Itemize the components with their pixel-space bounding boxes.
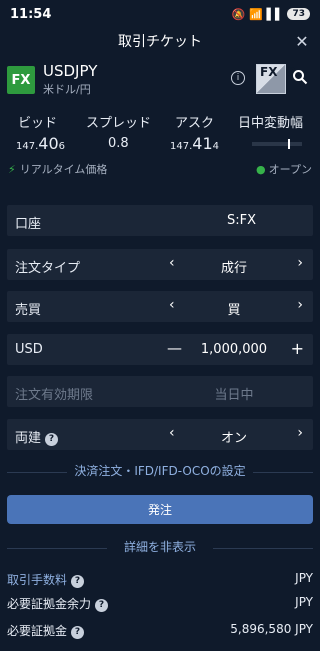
battery-icon: 73 xyxy=(287,8,310,20)
settlement-order-link[interactable]: 決済注文・IFD/IFD-OCOの設定 xyxy=(7,462,313,482)
range-label: 日中変動幅 xyxy=(238,116,304,131)
fx-option-icon[interactable]: FX O xyxy=(256,64,296,94)
realtime-label: リアルタイム価格 xyxy=(19,163,108,176)
help-icon[interactable]: ? xyxy=(95,598,109,612)
bid-big: 40 xyxy=(38,134,59,153)
realtime-row: ⚡ リアルタイム価格 ● オープン xyxy=(0,158,320,178)
title-bar: 取引チケット ✕ xyxy=(0,28,320,54)
info-icon[interactable]: i xyxy=(231,71,245,85)
plus-icon[interactable]: + xyxy=(291,339,304,358)
detail-label-group[interactable]: 取引手数料? xyxy=(7,571,85,588)
market-status-label: オープン xyxy=(268,163,312,176)
expiry-label: 注文有効期限 xyxy=(15,388,94,403)
chevron-right-icon[interactable]: › xyxy=(297,425,303,441)
bid-label: ビッド xyxy=(18,116,58,131)
side-row: 売買 ‹ 買 › xyxy=(7,291,313,322)
page-title: 取引チケット xyxy=(118,34,202,50)
quantity-row: USD — 1,000,000 + xyxy=(7,334,313,365)
hedge-label-group: 両建? xyxy=(15,427,59,446)
symbol-name: USDJPY xyxy=(43,62,98,80)
fx-badge-icon: FX xyxy=(7,66,35,94)
chevron-left-icon[interactable]: ‹ xyxy=(169,425,175,441)
chevron-right-icon[interactable]: › xyxy=(297,255,303,271)
ask-big: 41 xyxy=(192,134,213,153)
detail-row-commission: 取引手数料? JPY xyxy=(7,568,313,590)
spread-label: スプレッド xyxy=(86,116,152,131)
side-value[interactable]: 買 xyxy=(185,299,283,318)
quote-values: 147.406 0.8 147.414 xyxy=(0,132,320,156)
help-icon[interactable]: ? xyxy=(45,432,59,446)
bid-price[interactable]: 147.406 xyxy=(16,134,65,153)
help-icon[interactable]: ? xyxy=(71,625,85,639)
order-type-value[interactable]: 成行 xyxy=(185,257,283,276)
ask-price[interactable]: 147.414 xyxy=(170,134,219,153)
quote-labels: ビッド スプレッド アスク 日中変動幅 xyxy=(0,112,320,132)
detail-label-group: 必要証拠金余力? xyxy=(7,595,109,612)
detail-row-margin-required: 必要証拠金? 5,896,580 JPY xyxy=(7,619,313,641)
help-icon[interactable]: ? xyxy=(71,574,85,588)
chevron-right-icon[interactable]: › xyxy=(297,297,303,313)
close-icon: ✕ xyxy=(295,31,309,51)
detail-label: 必要証拠金余力 xyxy=(7,597,92,611)
chevron-left-icon[interactable]: ‹ xyxy=(169,297,175,313)
minus-icon[interactable]: — xyxy=(167,339,182,357)
ask-small: 4 xyxy=(212,141,219,152)
status-bar: 11:54 🔕 📶 ▌▌ 73 xyxy=(0,0,320,28)
bid-prefix: 147. xyxy=(16,141,39,152)
hedge-value[interactable]: オン xyxy=(185,427,283,446)
bid-small: 6 xyxy=(58,141,65,152)
daily-range-bar xyxy=(252,139,302,149)
realtime-indicator: ⚡ リアルタイム価格 xyxy=(8,161,107,177)
detail-value: JPY xyxy=(295,571,313,585)
hedge-row: 両建? ‹ オン › xyxy=(7,419,313,450)
quantity-value[interactable]: 1,000,000 xyxy=(185,342,283,357)
ask-prefix: 147. xyxy=(170,141,193,152)
status-icons: 🔕 📶 ▌▌ 73 xyxy=(231,8,310,21)
order-type-label: 注文タイプ xyxy=(15,261,81,276)
daily-range-marker xyxy=(288,139,290,149)
status-system-icons: 🔕 📶 ▌▌ xyxy=(231,7,284,21)
lightning-icon: ⚡ xyxy=(8,163,16,176)
status-dot-icon: ● xyxy=(256,163,266,176)
hedge-label: 両建 xyxy=(15,431,42,446)
expiry-row: 注文有効期限 当日中 xyxy=(7,376,313,407)
submit-order-button[interactable]: 発注 xyxy=(7,495,313,524)
details-toggle[interactable]: 詳細を非表示 xyxy=(7,538,313,558)
detail-label: 必要証拠金 xyxy=(7,624,68,638)
expiry-value: 当日中 xyxy=(214,388,254,403)
detail-value: JPY xyxy=(295,595,313,609)
side-label: 売買 xyxy=(15,303,42,318)
search-icon[interactable] xyxy=(292,69,308,85)
spread-value: 0.8 xyxy=(108,136,129,151)
quantity-label: USD xyxy=(15,342,43,357)
account-row[interactable]: 口座 S:FX xyxy=(7,205,313,236)
account-label: 口座 xyxy=(15,217,42,232)
account-value: S:FX xyxy=(227,213,257,228)
market-status: ● オープン xyxy=(256,161,312,177)
detail-value: 5,896,580 JPY xyxy=(230,622,313,636)
symbol-header: FX USDJPY 米ドル/円 i FX O xyxy=(0,58,320,104)
ask-label: アスク xyxy=(175,116,215,131)
status-time: 11:54 xyxy=(10,6,52,22)
detail-row-margin-available: 必要証拠金余力? JPY xyxy=(7,592,313,614)
close-button[interactable]: ✕ xyxy=(292,31,312,51)
detail-label-group: 必要証拠金? xyxy=(7,622,85,639)
symbol-subname: 米ドル/円 xyxy=(43,83,91,96)
chevron-left-icon[interactable]: ‹ xyxy=(169,255,175,271)
detail-label: 取引手数料 xyxy=(7,573,68,587)
order-type-row: 注文タイプ ‹ 成行 › xyxy=(7,249,313,280)
